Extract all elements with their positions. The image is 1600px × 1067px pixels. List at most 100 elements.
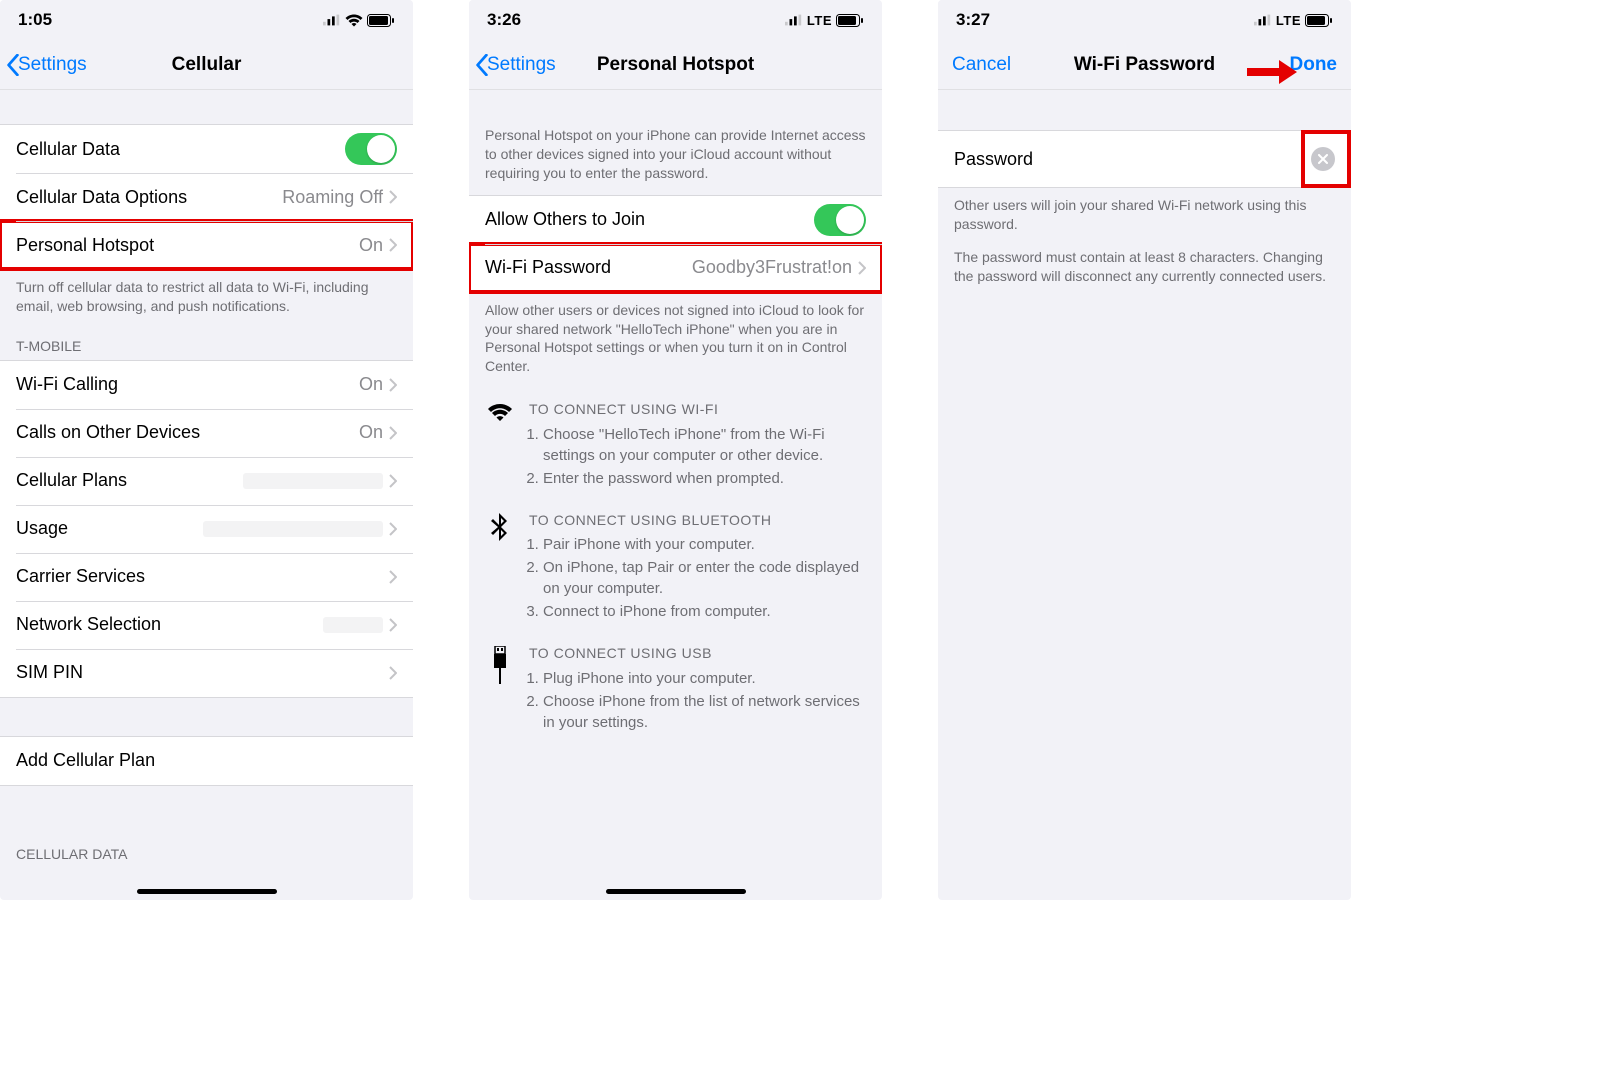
content: Password Other users will join your shar… — [938, 90, 1351, 900]
battery-icon — [1305, 14, 1333, 27]
footer-text-b: The password must contain at least 8 cha… — [938, 248, 1351, 300]
instructions-title: TO CONNECT USING USB — [529, 644, 866, 664]
row-usage[interactable]: Usage — [0, 505, 413, 553]
chevron-right-icon — [389, 474, 397, 488]
row-allow-others[interactable]: Allow Others to Join — [469, 196, 882, 244]
row-label: Cellular Plans — [16, 470, 243, 491]
chevron-right-icon — [389, 378, 397, 392]
clear-button[interactable] — [1311, 147, 1335, 171]
cancel-button[interactable]: Cancel — [952, 40, 1011, 89]
back-button[interactable]: Settings — [6, 40, 87, 89]
row-value: On — [359, 374, 383, 395]
chevron-right-icon — [858, 261, 866, 275]
group-hotspot: Allow Others to Join Wi-Fi Password Good… — [469, 195, 882, 293]
status-bar: 3:26 LTE — [469, 0, 882, 40]
row-value: Roaming Off — [282, 187, 383, 208]
back-button[interactable]: Settings — [475, 40, 556, 89]
row-sim-pin[interactable]: SIM PIN — [0, 649, 413, 697]
blurred-value — [323, 617, 383, 633]
row-value: On — [359, 422, 383, 443]
battery-icon — [367, 14, 395, 27]
status-time: 3:26 — [487, 10, 521, 30]
nav-title: Personal Hotspot — [597, 54, 754, 76]
back-label: Settings — [487, 54, 556, 76]
toggle-cellular-data[interactable] — [345, 133, 397, 165]
wifi-icon — [485, 400, 515, 491]
nav-bar: Settings Personal Hotspot — [469, 40, 882, 90]
row-add-cellular-plan[interactable]: Add Cellular Plan — [0, 737, 413, 785]
instructions-body: TO CONNECT USING BLUETOOTH Pair iPhone w… — [529, 511, 866, 625]
list-item: Plug iPhone into your computer. — [543, 668, 866, 689]
nav-title: Cellular — [172, 54, 242, 76]
group-add-plan: Add Cellular Plan — [0, 736, 413, 786]
home-indicator — [137, 889, 277, 894]
footer-text: Allow other users or devices not signed … — [469, 293, 882, 391]
wifi-icon — [345, 14, 363, 27]
instructions-bluetooth: TO CONNECT USING BLUETOOTH Pair iPhone w… — [469, 501, 882, 635]
list-item: On iPhone, tap Pair or enter the code di… — [543, 557, 866, 599]
list-item: Pair iPhone with your computer. — [543, 534, 866, 555]
screen-personal-hotspot: 3:26 LTE Settings Personal Hotspot Perso… — [469, 0, 882, 900]
row-label: Personal Hotspot — [16, 235, 359, 256]
footer-text: Turn off cellular data to restrict all d… — [0, 270, 413, 330]
row-cellular-plans[interactable]: Cellular Plans — [0, 457, 413, 505]
row-network-selection[interactable]: Network Selection — [0, 601, 413, 649]
row-label: Wi-Fi Calling — [16, 374, 359, 395]
blurred-value — [243, 473, 383, 489]
section-header-carrier: T-MOBILE — [0, 330, 413, 360]
row-label: Usage — [16, 518, 203, 539]
instructions-body: TO CONNECT USING USB Plug iPhone into yo… — [529, 644, 866, 735]
section-header-data: CELLULAR DATA — [0, 786, 413, 868]
status-time: 3:27 — [956, 10, 990, 30]
row-label: Cellular Data — [16, 139, 345, 160]
back-label: Settings — [18, 54, 87, 76]
nav-bar: Settings Cellular — [0, 40, 413, 90]
row-password[interactable]: Password — [938, 131, 1351, 187]
annotation-arrow — [1243, 56, 1299, 88]
list-item: Choose iPhone from the list of network s… — [543, 691, 866, 733]
row-carrier-services[interactable]: Carrier Services — [0, 553, 413, 601]
list-item: Connect to iPhone from computer. — [543, 601, 866, 622]
status-indicators: LTE — [785, 13, 864, 28]
header-text: Personal Hotspot on your iPhone can prov… — [469, 90, 882, 195]
row-label: Allow Others to Join — [485, 209, 814, 230]
group-password: Password — [938, 130, 1351, 188]
row-label: Network Selection — [16, 614, 323, 635]
footer-text-a: Other users will join your shared Wi-Fi … — [938, 188, 1351, 248]
network-label: LTE — [1276, 13, 1301, 28]
list-item: Enter the password when prompted. — [543, 468, 866, 489]
row-label: Add Cellular Plan — [16, 750, 397, 771]
instructions-wifi: TO CONNECT USING WI-FI Choose "HelloTech… — [469, 390, 882, 501]
chevron-right-icon — [389, 238, 397, 252]
blurred-value — [203, 521, 383, 537]
chevron-right-icon — [389, 522, 397, 536]
row-label: Carrier Services — [16, 566, 389, 587]
status-indicators — [323, 14, 395, 27]
chevron-right-icon — [389, 570, 397, 584]
row-label: Cellular Data Options — [16, 187, 282, 208]
screen-wifi-password: 3:27 LTE Cancel Wi-Fi Password Done Pass… — [938, 0, 1351, 900]
screen-cellular: 1:05 Settings Cellular Cellular Data Cel… — [0, 0, 413, 900]
status-time: 1:05 — [18, 10, 52, 30]
chevron-right-icon — [389, 426, 397, 440]
row-cellular-data-options[interactable]: Cellular Data Options Roaming Off — [0, 173, 413, 221]
content: Cellular Data Cellular Data Options Roam… — [0, 90, 413, 900]
row-calls-other-devices[interactable]: Calls on Other Devices On — [0, 409, 413, 457]
row-wifi-calling[interactable]: Wi-Fi Calling On — [0, 361, 413, 409]
home-indicator — [606, 889, 746, 894]
row-cellular-data[interactable]: Cellular Data — [0, 125, 413, 173]
toggle-allow-others[interactable] — [814, 204, 866, 236]
close-icon — [1318, 154, 1328, 164]
row-wifi-password[interactable]: Wi-Fi Password Goodby3Frustrat!on — [469, 244, 882, 292]
signal-icon — [1254, 14, 1272, 26]
row-personal-hotspot[interactable]: Personal Hotspot On — [0, 221, 413, 269]
status-bar: 3:27 LTE — [938, 0, 1351, 40]
content: Personal Hotspot on your iPhone can prov… — [469, 90, 882, 900]
row-label: Password — [954, 149, 1311, 170]
battery-icon — [836, 14, 864, 27]
list-item: Choose "HelloTech iPhone" from the Wi-Fi… — [543, 424, 866, 466]
nav-title: Wi-Fi Password — [1074, 54, 1215, 76]
row-label: Wi-Fi Password — [485, 257, 692, 278]
group-carrier: Wi-Fi Calling On Calls on Other Devices … — [0, 360, 413, 698]
bluetooth-icon — [485, 511, 515, 625]
